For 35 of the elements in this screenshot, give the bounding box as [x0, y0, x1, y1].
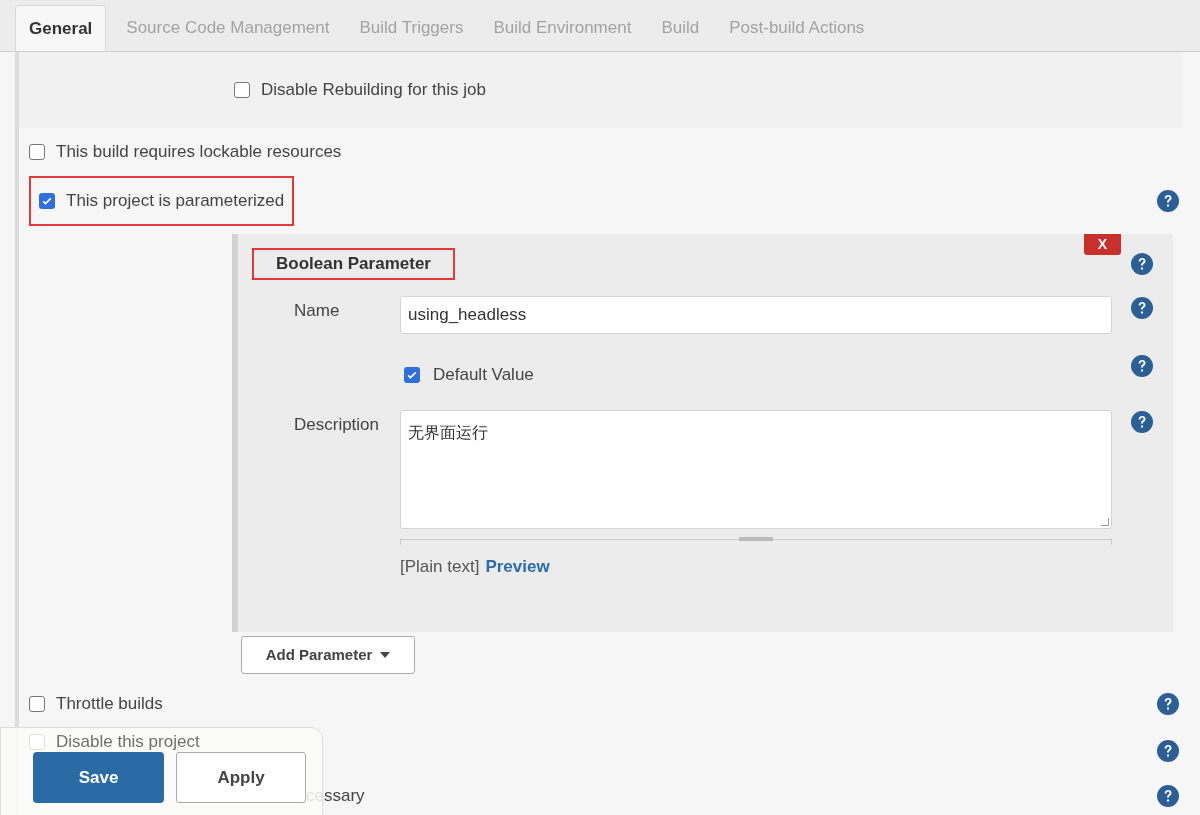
tab[interactable]: General [15, 5, 107, 51]
help-icon[interactable] [1157, 785, 1179, 807]
format-note: [Plain text] [400, 555, 480, 578]
field-label: Name [293, 300, 341, 322]
checkbox-label: Disable Rebuilding for this job [261, 79, 486, 102]
caret-icon [380, 652, 391, 658]
checked-checkbox[interactable] [39, 193, 55, 209]
checkbox[interactable] [234, 82, 250, 98]
resize-handle[interactable] [1101, 517, 1109, 526]
checkbox[interactable] [29, 143, 45, 160]
preview-link[interactable]: Preview [485, 553, 550, 579]
description-field[interactable]: 无界面运行 [400, 409, 1112, 529]
checkbox-label: This build requires lockable resources [56, 140, 342, 163]
checkbox-label: Disable this project [56, 732, 200, 751]
parameter-title: Boolean Parameter [252, 248, 455, 280]
help-icon[interactable] [1131, 410, 1153, 433]
delete-button[interactable]: X [1084, 234, 1121, 255]
checked-checkbox[interactable] [404, 366, 420, 383]
checkbox-label: Default Value [433, 364, 534, 386]
check-icon [41, 195, 53, 207]
save-button[interactable]: Save [33, 752, 164, 803]
checkbox-label: This project is parameterized [66, 190, 285, 213]
drag-handle[interactable] [739, 536, 773, 541]
help-icon[interactable] [1157, 190, 1179, 212]
help-icon[interactable] [1157, 693, 1179, 715]
add-parameter-button[interactable]: Add Parameter [241, 636, 415, 674]
help-icon[interactable] [1131, 297, 1153, 319]
help-icon[interactable] [1131, 253, 1153, 275]
help-icon[interactable] [1157, 739, 1179, 762]
checkbox[interactable] [29, 696, 45, 712]
name-field[interactable]: using_headless [400, 296, 1112, 334]
field-label: Description [293, 413, 381, 436]
apply-button[interactable]: Apply [176, 752, 306, 803]
checkbox-label: Throttle builds [56, 693, 163, 716]
help-icon[interactable] [1131, 355, 1153, 377]
